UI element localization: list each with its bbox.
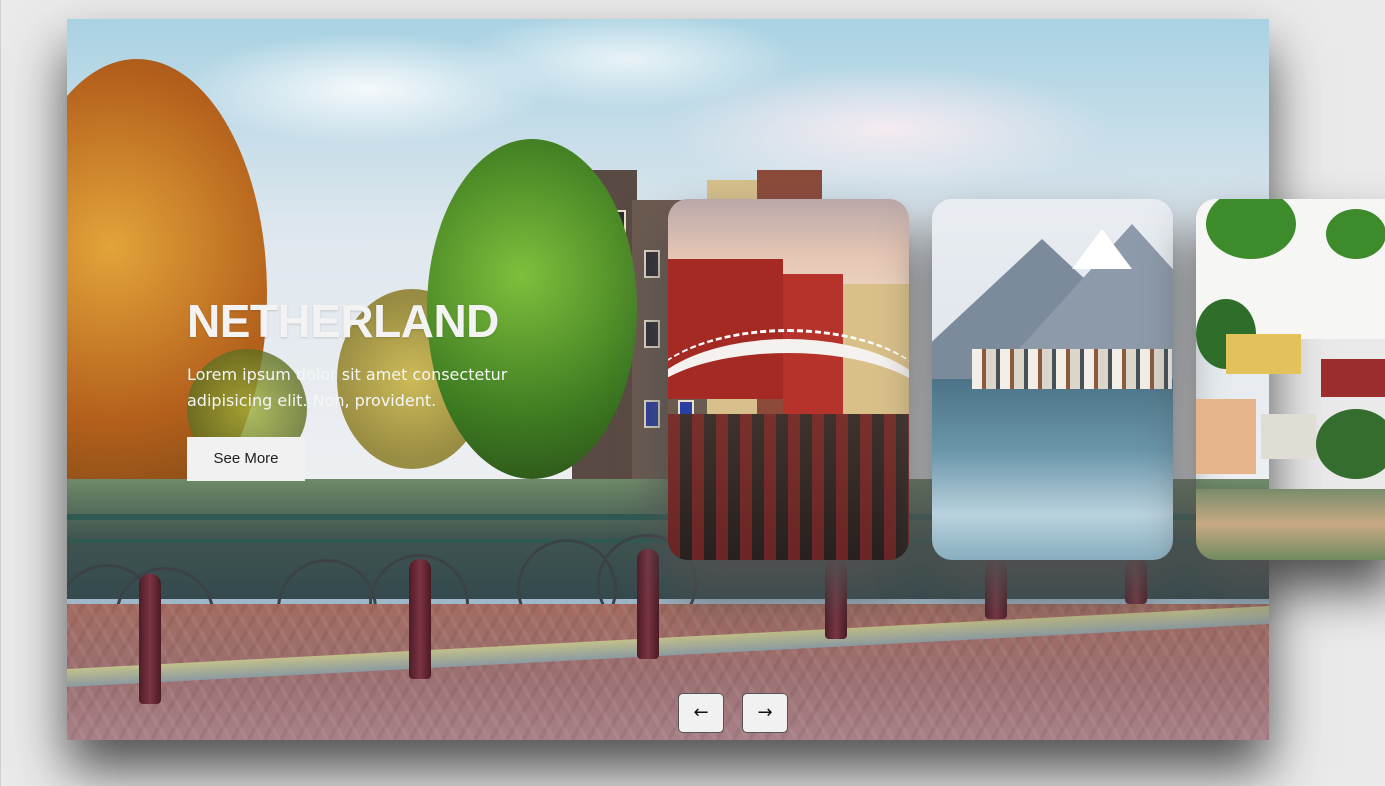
leaves <box>1326 209 1385 259</box>
water <box>1196 489 1385 560</box>
bollard <box>825 559 847 639</box>
house <box>1321 359 1385 397</box>
bollard <box>637 549 659 659</box>
slide-title: NETHERLAND <box>187 295 499 347</box>
house <box>1196 399 1256 474</box>
house <box>1261 414 1316 459</box>
village <box>972 349 1172 389</box>
page: NETHERLAND Lorem ipsum dolor sit amet co… <box>0 0 1385 786</box>
bollard <box>139 574 161 704</box>
see-more-button[interactable]: See More <box>187 437 305 481</box>
bollard <box>1125 559 1147 604</box>
slide-thumbnail-card[interactable] <box>932 199 1173 560</box>
slide-thumbnail-card[interactable] <box>668 199 909 560</box>
lake <box>932 379 1173 560</box>
trees <box>1316 409 1385 479</box>
slide-content: NETHERLAND Lorem ipsum dolor sit amet co… <box>187 294 567 481</box>
next-arrow-button[interactable]: → <box>742 693 788 733</box>
bollard <box>985 559 1007 619</box>
prev-arrow-button[interactable]: ← <box>678 693 724 733</box>
slide-thumbnail-card[interactable] <box>1196 199 1385 560</box>
bollard <box>409 559 431 679</box>
house <box>1226 334 1301 374</box>
snow-peak <box>1072 229 1132 269</box>
slide-description: Lorem ipsum dolor sit amet consectetur a… <box>187 365 508 410</box>
bridge-railing <box>668 329 909 479</box>
